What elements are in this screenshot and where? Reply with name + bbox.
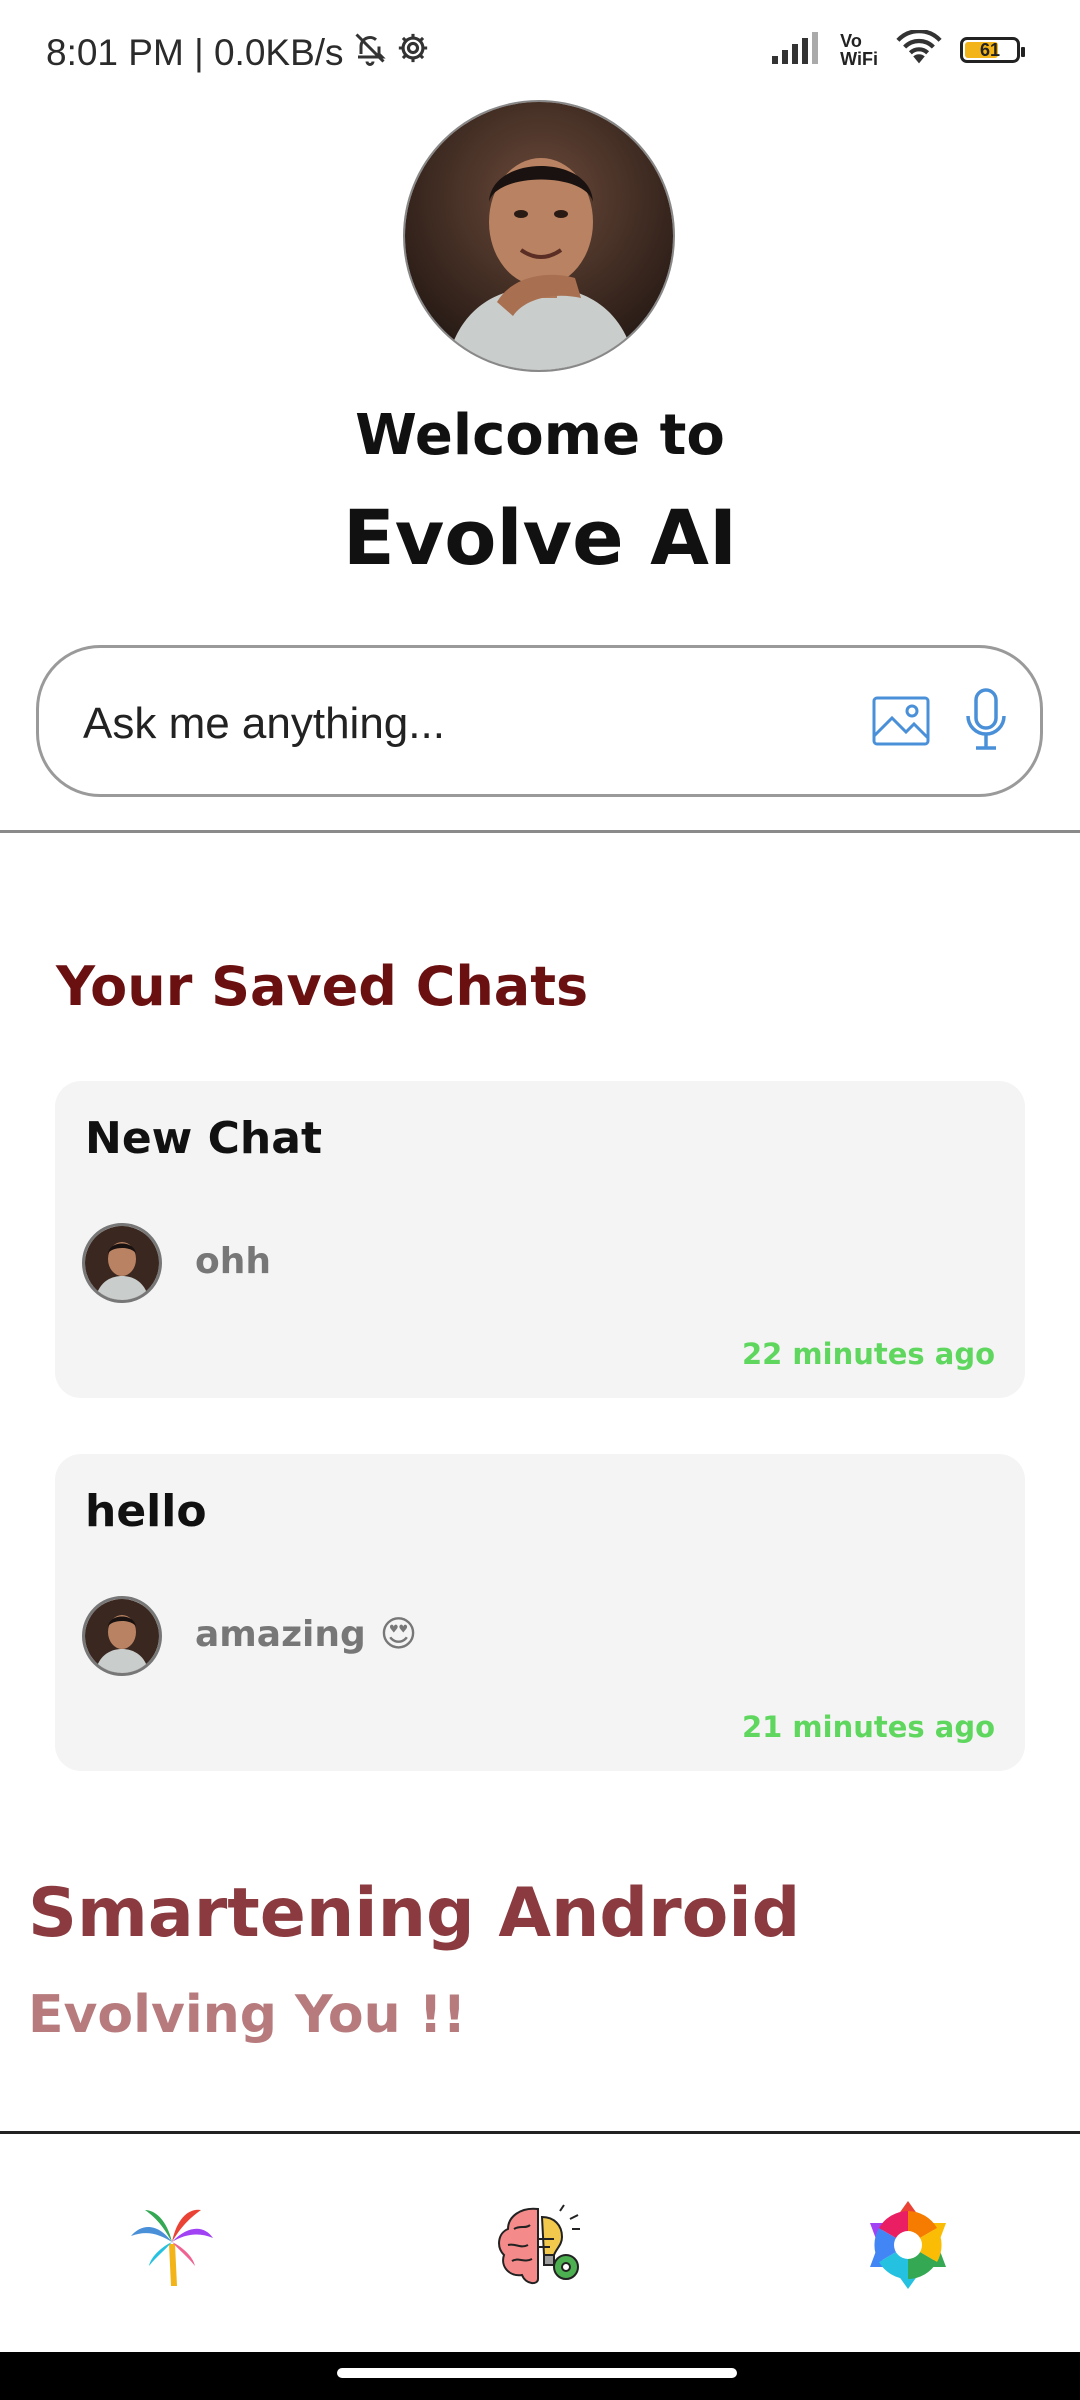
chat-timestamp: 21 minutes ago [741,1710,995,1744]
search-input[interactable] [81,688,865,760]
status-bar-left: 8:01 PM | 0.0KB/s [46,30,430,75]
palm-tree-icon[interactable] [117,2190,227,2300]
signal-icon [772,32,822,68]
status-bar-right: Vo WiFi 61 [772,29,1025,70]
chat-preview-text: amazing [195,1614,366,1655]
microphone-icon[interactable] [964,688,1008,756]
settings-gear-icon[interactable] [853,2190,963,2300]
chat-preview-text: ohh [195,1241,271,1282]
image-upload-icon[interactable] [872,696,930,750]
chat-card[interactable]: hello amazing 😍 21 minutes ago [55,1454,1025,1771]
bottom-nav-divider [0,2131,1080,2134]
heart-eyes-emoji: 😍 [379,1614,418,1655]
chat-timestamp: 22 minutes ago [741,1337,995,1371]
brain-idea-icon[interactable] [485,2190,595,2300]
tagline-primary: Smartening Android [28,1874,801,1953]
tagline-secondary: Evolving You !! [28,1985,467,2045]
chat-preview: amazing 😍 [195,1614,417,1655]
chat-title: New Chat [85,1113,322,1164]
chat-title: hello [85,1486,207,1537]
saved-chats-title: Your Saved Chats [56,955,589,1018]
status-time-speed: 8:01 PM | 0.0KB/s [46,31,344,73]
home-indicator[interactable] [337,2368,737,2378]
welcome-text: Welcome to [355,403,725,468]
chat-preview: ohh [195,1241,271,1282]
chat-avatar [82,1596,162,1676]
vowifi-bottom: WiFi [840,49,878,69]
chat-card[interactable]: New Chat ohh 22 minutes ago [55,1081,1025,1398]
search-bar [36,645,1043,797]
profile-avatar[interactable] [403,100,675,372]
wifi-icon [896,29,942,70]
vowifi-top: Vo [840,31,862,51]
header-divider [0,830,1080,833]
vowifi-indicator: Vo WiFi [840,32,878,68]
settings-status-icon [396,31,430,74]
battery-icon: 61 [960,37,1025,63]
mute-bell-icon [352,30,388,75]
battery-level: 61 [979,39,1001,60]
chat-avatar [82,1223,162,1303]
app-title: Evolve AI [342,493,738,582]
